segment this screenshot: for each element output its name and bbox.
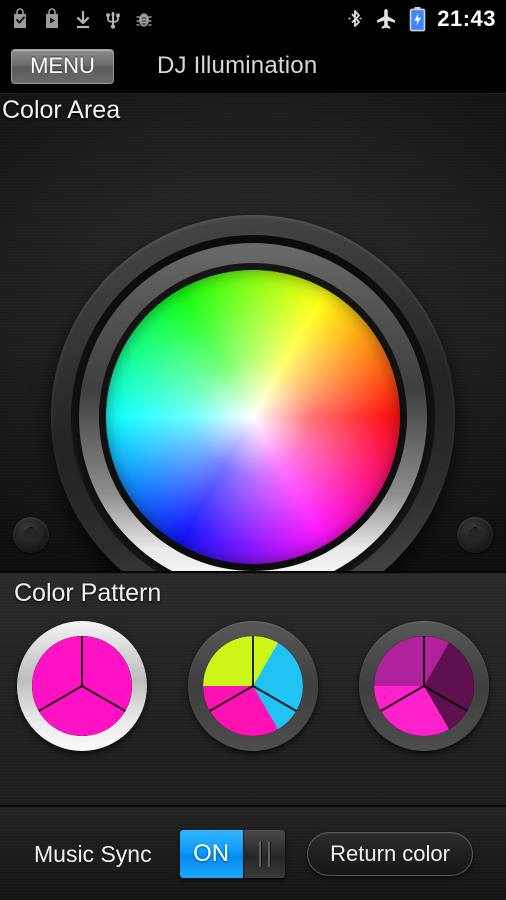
app-root: 21:43 MENU DJ Illumination Color Area Co…: [0, 0, 506, 900]
screw-right-hex: [467, 526, 483, 544]
pattern-wedges: [374, 636, 474, 736]
download-icon: [76, 11, 90, 29]
toggle-grip-line: [258, 841, 261, 867]
color-area-label: Color Area: [2, 96, 121, 124]
battery-charging-icon: [409, 7, 426, 32]
usb-debug-bug-icon: [136, 13, 152, 27]
pattern-disc-3[interactable]: [374, 636, 474, 736]
color-pattern-option-3[interactable]: [359, 621, 489, 751]
pattern-wedges: [32, 636, 132, 736]
music-sync-toggle-handle[interactable]: [242, 830, 285, 878]
music-sync-label: Music Sync: [34, 840, 152, 867]
app-install-check-icon: [14, 8, 26, 28]
return-color-button[interactable]: Return color: [307, 832, 473, 876]
airplane-mode-icon: [377, 9, 396, 29]
screw-right-icon: [457, 517, 493, 553]
music-sync-toggle-value[interactable]: ON: [179, 830, 243, 878]
color-pattern-panel: Color Pattern: [0, 574, 506, 805]
play-store-icon: [46, 8, 58, 28]
pattern-wedges: [203, 636, 303, 736]
music-sync-toggle[interactable]: ON: [179, 830, 285, 878]
status-bar-clock: 21:43: [437, 6, 496, 31]
app-title: DJ Illumination: [157, 52, 318, 79]
bottom-control-bar: Music Sync ON Return color: [0, 808, 506, 900]
title-bar: MENU DJ Illumination: [0, 38, 506, 94]
status-bar-left-icons: [0, 8, 154, 30]
color-area-panel: Color Area: [0, 95, 506, 571]
color-wheel-knob[interactable]: [51, 215, 455, 571]
color-pattern-option-1[interactable]: [17, 621, 147, 751]
color-pattern-list: [0, 621, 506, 751]
color-pattern-option-2[interactable]: [188, 621, 318, 751]
pattern-disc-1[interactable]: [32, 636, 132, 736]
status-bar: 21:43: [0, 0, 506, 38]
color-pattern-label: Color Pattern: [14, 579, 162, 607]
screw-left-hex: [23, 526, 39, 544]
screw-left-icon: [13, 517, 49, 553]
pattern-disc-2[interactable]: [203, 636, 303, 736]
bluetooth-icon: [348, 10, 362, 27]
menu-button[interactable]: MENU: [11, 48, 114, 84]
toggle-grip-line: [267, 841, 270, 867]
status-bar-right-icons: 21:43: [347, 6, 506, 32]
color-wheel-gradient[interactable]: [106, 270, 400, 564]
usb-icon: [106, 12, 120, 29]
